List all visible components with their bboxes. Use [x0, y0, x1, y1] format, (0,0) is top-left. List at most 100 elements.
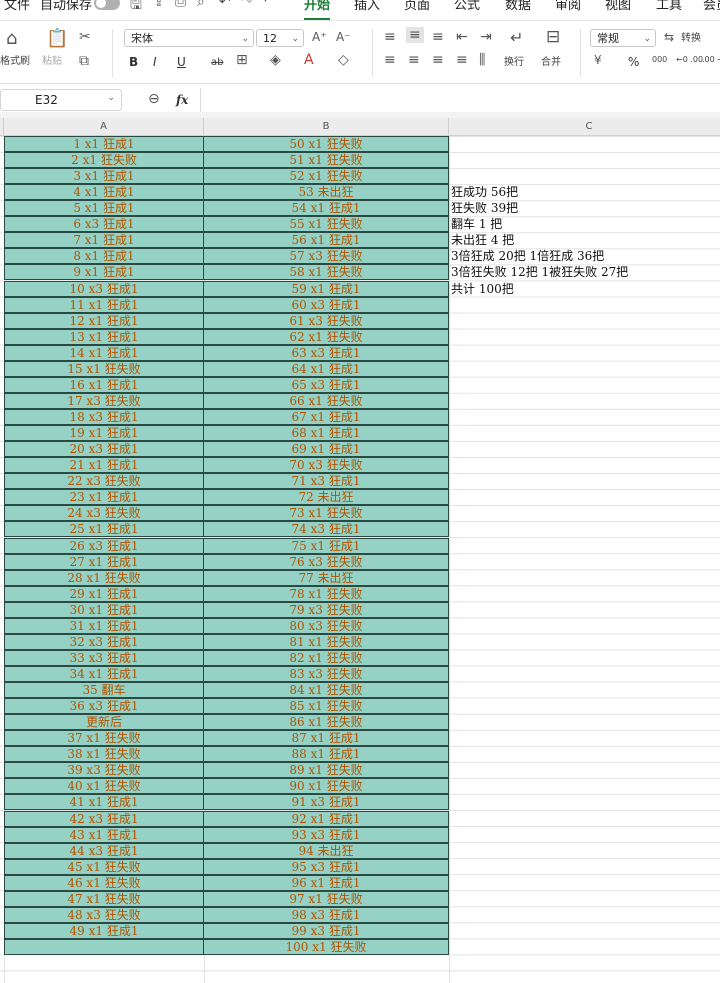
cell-b[interactable]: 87 x1 狂成1 [203, 730, 449, 747]
redo-icon[interactable]: ↷ [241, 0, 253, 10]
cell-b[interactable]: 95 x3 狂成1 [203, 858, 449, 875]
cell-b[interactable]: 57 x3 狂失败 [203, 248, 449, 265]
cell-a[interactable]: 5 x1 狂成1 [4, 200, 204, 217]
cell-b[interactable]: 84 x1 狂失败 [203, 682, 449, 699]
cell-b[interactable]: 98 x3 狂成1 [203, 906, 449, 923]
function-icon[interactable]: fx [176, 92, 188, 108]
cell-b[interactable]: 70 x3 狂失败 [203, 457, 449, 474]
align-bottom-icon[interactable]: ≡ [432, 29, 444, 45]
cell-b[interactable]: 96 x1 狂成1 [203, 874, 449, 891]
menu-file[interactable]: 文件 [4, 0, 30, 13]
cell-b[interactable]: 73 x1 狂失败 [203, 505, 449, 522]
cell-b[interactable]: 68 x1 狂成1 [203, 425, 449, 442]
cell-a[interactable]: 48 x3 狂失败 [4, 906, 204, 923]
cell-a[interactable]: 19 x1 狂成1 [4, 425, 204, 442]
cell-b[interactable]: 52 x1 狂失败 [203, 168, 449, 185]
justify-icon[interactable]: ≡ [456, 52, 468, 68]
cell-a[interactable]: 41 x1 狂成1 [4, 794, 204, 811]
indent-increase-icon[interactable]: ⇥ [480, 29, 492, 45]
font-grow-icon[interactable]: A⁺ [312, 30, 327, 44]
autosave-toggle[interactable] [94, 0, 120, 10]
convert-button[interactable]: 转换 [681, 31, 701, 47]
strikethrough-button[interactable]: ab [211, 55, 223, 71]
fill-color-icon[interactable]: ◈ [270, 52, 281, 68]
cell-b[interactable]: 60 x3 狂成1 [203, 296, 449, 313]
cell-c[interactable]: 狂失败 39把 [451, 200, 518, 216]
cell-b[interactable]: 89 x1 狂失败 [203, 762, 449, 779]
cell-c[interactable]: 共计 100把 [451, 281, 514, 297]
clear-format-icon[interactable]: ◇ [338, 52, 349, 68]
cell-b[interactable]: 77 未出狂 [203, 569, 449, 586]
font-shrink-icon[interactable]: A⁻ [336, 30, 351, 44]
cell-a[interactable]: 34 x1 狂成1 [4, 665, 204, 682]
cell-a[interactable]: 12 x1 狂成1 [4, 312, 204, 329]
cell-b[interactable]: 78 x1 狂失败 [203, 585, 449, 602]
cell-a[interactable]: 8 x1 狂成1 [4, 248, 204, 265]
column-header-c[interactable]: C [449, 118, 720, 135]
cell-b[interactable]: 85 x1 狂失败 [203, 698, 449, 715]
tab-tools[interactable]: 工具 [656, 0, 682, 13]
cell-c[interactable]: 未出狂 4 把 [451, 232, 514, 248]
borders-icon[interactable]: ⊞ [236, 52, 248, 68]
cell-b[interactable]: 59 x1 狂成1 [203, 280, 449, 297]
format-painter-icon[interactable]: ⌂ [6, 28, 17, 49]
cell-b[interactable]: 63 x3 狂成1 [203, 344, 449, 361]
cell-b[interactable]: 74 x3 狂成1 [203, 521, 449, 538]
print-icon[interactable]: ⎙ [175, 0, 186, 10]
cell-a[interactable]: 14 x1 狂成1 [4, 344, 204, 361]
cut-icon[interactable]: ✂ [79, 29, 91, 45]
cell-b[interactable]: 51 x1 狂失败 [203, 152, 449, 169]
tab-formula[interactable]: 公式 [454, 0, 480, 13]
align-middle-icon[interactable]: ≡ [406, 27, 424, 43]
bold-button[interactable]: B [129, 54, 138, 70]
cell-a[interactable]: 43 x1 狂成1 [4, 826, 204, 843]
cell-a[interactable]: 20 x3 狂成1 [4, 441, 204, 458]
tab-page[interactable]: 页面 [404, 0, 430, 13]
thousands-button[interactable]: 000 [652, 52, 667, 68]
cell-b[interactable]: 50 x1 狂失败 [203, 136, 449, 152]
cell-b[interactable]: 64 x1 狂成1 [203, 360, 449, 377]
cell-a[interactable]: 9 x1 狂成1 [4, 264, 204, 281]
cell-a[interactable]: 3 x1 狂成1 [4, 168, 204, 185]
indent-decrease-icon[interactable]: ⇤ [456, 29, 468, 45]
cell-a[interactable]: 31 x1 狂成1 [4, 617, 204, 634]
copy-icon[interactable]: ⧉ [79, 53, 89, 69]
cell-a[interactable]: 45 x1 狂失败 [4, 858, 204, 875]
cell-a[interactable]: 21 x1 狂成1 [4, 457, 204, 474]
cell-b[interactable]: 94 未出狂 [203, 842, 449, 859]
cell-b[interactable]: 88 x1 狂成1 [203, 746, 449, 763]
cell-b[interactable]: 79 x3 狂失败 [203, 601, 449, 618]
cell-a[interactable]: 26 x3 狂成1 [4, 537, 204, 554]
cell-a[interactable]: 2 x1 狂失败 [4, 152, 204, 169]
cell-b[interactable]: 54 x1 狂成1 [203, 200, 449, 217]
tab-view[interactable]: 视图 [605, 0, 631, 13]
cell-a[interactable]: 38 x1 狂失败 [4, 746, 204, 763]
save-icon[interactable]: 🖫 [130, 0, 142, 18]
cell-c[interactable]: 3倍狂成 20把 1倍狂成 36把 [451, 248, 604, 264]
cell-a[interactable]: 22 x3 狂失败 [4, 473, 204, 490]
name-box[interactable]: E32 ⌄ [0, 89, 122, 111]
cell-b[interactable]: 56 x1 狂成1 [203, 232, 449, 249]
cell-a[interactable]: 27 x1 狂成1 [4, 553, 204, 570]
undo-icon[interactable]: ↶ [219, 0, 231, 10]
percent-button[interactable]: % [628, 54, 639, 70]
cell-a[interactable]: 36 x3 狂成1 [4, 698, 204, 715]
number-format-select[interactable]: 常规 ⌄ [590, 29, 656, 47]
cell-c[interactable]: 狂成功 56把 [451, 184, 518, 200]
cell-b[interactable]: 80 x3 狂失败 [203, 617, 449, 634]
font-color-icon[interactable]: A [304, 52, 314, 68]
quick-access-chevron-icon[interactable]: ▾ [263, 0, 268, 5]
cell-a[interactable]: 4 x1 狂成1 [4, 184, 204, 201]
cell-a[interactable]: 25 x1 狂成1 [4, 521, 204, 538]
cell-a[interactable]: 10 x3 狂成1 [4, 280, 204, 297]
cell-a[interactable]: 1 x1 狂成1 [4, 136, 204, 152]
cell-a[interactable]: 18 x3 狂成1 [4, 409, 204, 426]
cell-a[interactable]: 13 x1 狂成1 [4, 328, 204, 345]
cell-a[interactable]: 30 x1 狂成1 [4, 601, 204, 618]
tab-home[interactable]: 开始 [304, 0, 331, 20]
cell-b[interactable]: 67 x1 狂成1 [203, 409, 449, 426]
cell-a[interactable]: 15 x1 狂失败 [4, 360, 204, 377]
column-header-b[interactable]: B [204, 118, 449, 135]
cell-c[interactable]: 翻车 1 把 [451, 216, 502, 232]
cell-a[interactable]: 37 x1 狂失败 [4, 730, 204, 747]
